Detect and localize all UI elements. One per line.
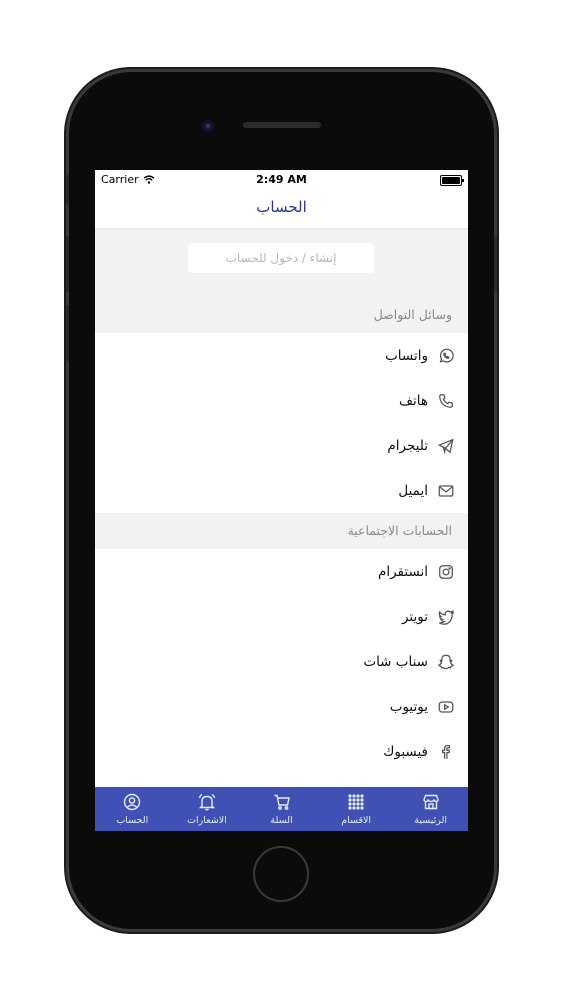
grid-icon [348, 794, 364, 810]
item-label: سناب شات [363, 653, 428, 670]
item-label: تويتر [401, 608, 428, 625]
section-header-contact: وسائل التواصل [95, 297, 468, 333]
home-button[interactable] [253, 846, 309, 902]
mail-icon [436, 481, 456, 501]
tab-label: الاقسام [341, 815, 372, 826]
tab-notifications[interactable]: الاشعارات [170, 787, 245, 831]
contact-item-phone[interactable]: هاتف [95, 378, 468, 423]
status-time: 2:49 AM [256, 173, 307, 186]
twitter-icon [436, 607, 456, 627]
phone-volume-up [66, 236, 69, 292]
tab-label: الرئيسية [414, 815, 448, 826]
item-label: تليجرام [387, 437, 428, 454]
facebook-icon [436, 742, 456, 762]
login-area: إنشاء / دخول للحساب [95, 229, 468, 307]
page-title: الحساب [256, 198, 307, 216]
social-item-instagram[interactable]: انستقرام [95, 549, 468, 594]
snapchat-icon [436, 652, 456, 672]
status-bar: Carrier 2:49 AM [95, 170, 468, 190]
youtube-icon [436, 697, 456, 717]
phone-silent-switch [66, 175, 69, 205]
tab-label: السلة [270, 815, 293, 826]
tab-home[interactable]: الرئيسية [393, 787, 468, 831]
section-header-social: الحسابات الاجتماعية [95, 513, 468, 549]
front-camera-icon [202, 120, 214, 132]
earpiece-speaker [243, 122, 321, 128]
contact-item-email[interactable]: ايميل [95, 468, 468, 513]
cart-icon [274, 794, 290, 810]
item-label: فيسبوك [383, 743, 428, 760]
item-label: انستقرام [377, 563, 428, 580]
tab-bar: الرئيسية الاقسام السلة الاشعارات الحساب [95, 787, 468, 831]
telegram-icon [436, 436, 456, 456]
tab-label: الحساب [116, 815, 149, 826]
tab-cart[interactable]: السلة [244, 787, 319, 831]
item-label: ايميل [398, 482, 428, 499]
store-icon [423, 794, 439, 810]
contact-item-telegram[interactable]: تليجرام [95, 423, 468, 468]
navigation-bar: الحساب [95, 190, 468, 229]
instagram-icon [436, 562, 456, 582]
battery-icon [440, 175, 464, 186]
whatsapp-icon [436, 346, 456, 366]
bell-icon [198, 793, 216, 811]
social-item-twitter[interactable]: تويتر [95, 594, 468, 639]
login-register-button[interactable]: إنشاء / دخول للحساب [188, 243, 374, 273]
phone-power-button [494, 236, 497, 292]
tab-categories[interactable]: الاقسام [319, 787, 394, 831]
item-label: هاتف [399, 392, 428, 409]
social-item-snapchat[interactable]: سناب شات [95, 639, 468, 684]
tab-account[interactable]: الحساب [95, 787, 170, 831]
social-item-youtube[interactable]: يوتيوب [95, 684, 468, 729]
phone-icon [436, 391, 456, 411]
phone-volume-down [66, 305, 69, 361]
app-screen: Carrier 2:49 AM الحساب إنشاء / دخول للحس… [95, 170, 468, 831]
item-label: يوتيوب [389, 698, 428, 715]
user-icon [124, 793, 141, 811]
social-item-facebook[interactable]: فيسبوك [95, 729, 468, 774]
account-content[interactable]: إنشاء / دخول للحساب وسائل التواصل واتساب… [95, 229, 468, 787]
contact-item-whatsapp[interactable]: واتساب [95, 333, 468, 378]
tab-label: الاشعارات [187, 815, 227, 826]
item-label: واتساب [385, 347, 428, 364]
